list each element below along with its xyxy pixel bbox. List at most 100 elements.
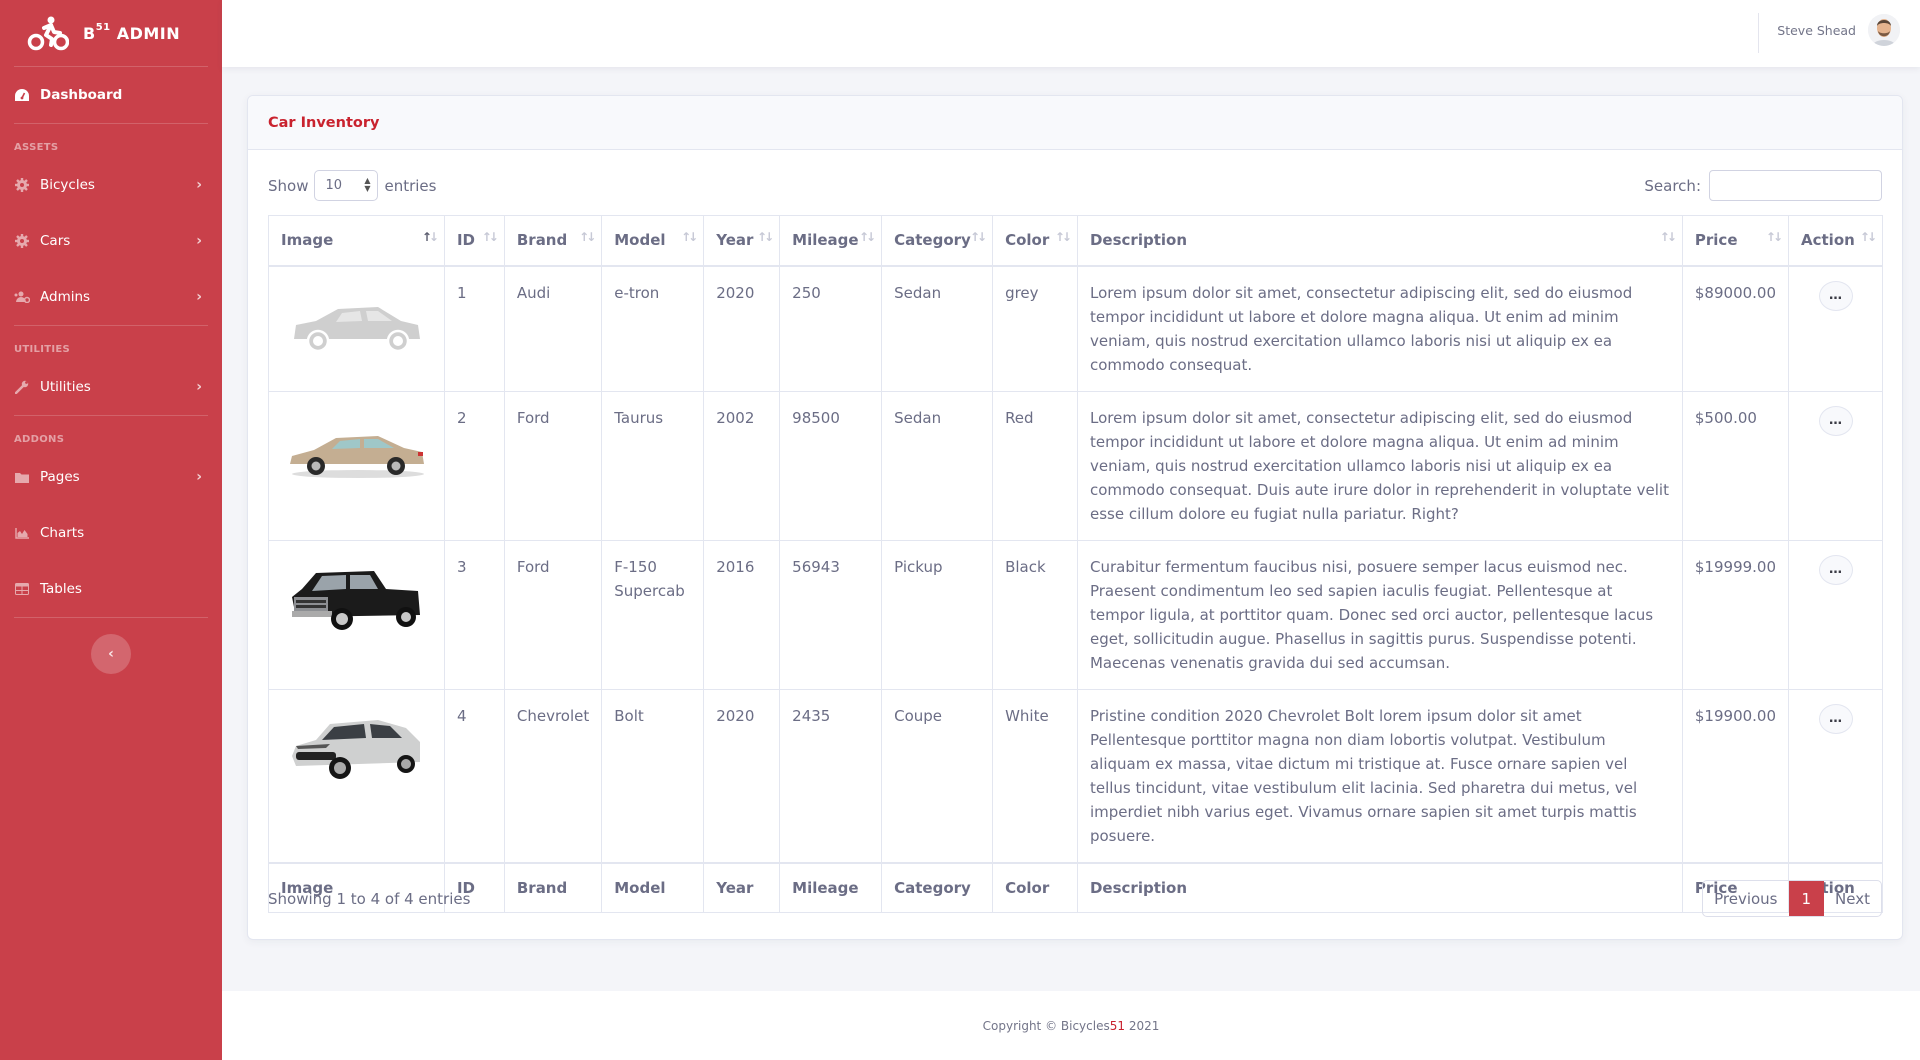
chevron-right-icon: ›	[196, 469, 202, 485]
sort-arrows-icon: ↑↓	[1859, 230, 1877, 244]
action-cell: …	[1788, 265, 1883, 392]
avatar	[1868, 14, 1900, 46]
sidebar-item-dashboard[interactable]: Dashboard	[0, 67, 222, 123]
cell-category: Sedan	[881, 390, 994, 541]
column-header-color[interactable]: Color ↑↓	[992, 215, 1078, 267]
sort-arrows-icon: ↑↓	[1659, 230, 1677, 244]
cell-model: F-150 Supercab	[601, 539, 705, 690]
previous-page-button[interactable]: Previous	[1703, 881, 1788, 916]
ellipsis-icon: …	[1829, 412, 1842, 428]
sidebar-item-utilities[interactable]: Utilities ›	[0, 359, 222, 415]
car-image	[292, 570, 421, 630]
cell-brand: Audi	[503, 265, 603, 392]
column-header-description[interactable]: Description ↑↓	[1076, 215, 1683, 267]
cell-description: Lorem ipsum dolor sit amet, consectetur …	[1076, 265, 1683, 392]
next-page-button[interactable]: Next	[1824, 881, 1881, 916]
show-label: Show	[268, 176, 309, 195]
sidebar-item-label: Dashboard	[40, 87, 123, 103]
search-control: Search:	[1644, 170, 1882, 201]
section-heading-assets: ASSETS	[14, 142, 59, 153]
users-gear-icon	[14, 290, 30, 304]
cell-brand: Ford	[503, 539, 603, 690]
column-header-image[interactable]: Image ↑↓	[268, 215, 445, 267]
sidebar-item-charts[interactable]: Charts	[0, 505, 222, 561]
chevron-right-icon: ›	[196, 379, 202, 395]
sidebar-item-label: Tables	[40, 581, 82, 597]
sort-arrows-icon: ↑↓	[681, 230, 698, 244]
column-header-label: Price	[1694, 231, 1738, 250]
header-row: Image ↑↓ ID ↑↓ Brand ↑↓ Model ↑↓ Year ↑↓ Mileage ↑↓…	[268, 215, 1883, 267]
column-header-label: Mileage	[792, 231, 859, 250]
chevron-right-icon: ›	[196, 177, 202, 193]
sort-arrows-icon: ↑↓	[1765, 230, 1783, 244]
brand-name: B51 ADMIN	[83, 22, 181, 43]
cell-category: Coupe	[881, 688, 994, 863]
cell-color: White	[992, 688, 1078, 863]
cell-id: 2	[443, 390, 505, 541]
sidebar-item-pages[interactable]: Pages ›	[0, 449, 222, 505]
column-header-label: ID	[456, 231, 475, 250]
sidebar-item-tables[interactable]: Tables	[0, 561, 222, 617]
ellipsis-icon: …	[1829, 710, 1842, 726]
page-footer: Copyright © Bicycles51 2021	[222, 991, 1920, 1060]
sidebar-toggle-button[interactable]: ‹	[91, 634, 131, 674]
sort-arrows-icon: ↑↓	[421, 230, 439, 244]
cell-id: 1	[443, 265, 505, 392]
column-header-model[interactable]: Model ↑↓	[601, 215, 705, 267]
cell-id: 4	[443, 688, 505, 863]
cell-category: Sedan	[881, 265, 994, 392]
table-controls: Show 10 ▲ ▼ entries Search:	[248, 150, 1902, 218]
sidebar-item-cars[interactable]: Cars ›	[0, 213, 222, 269]
brand-logo-link[interactable]: B51 ADMIN	[0, 0, 222, 66]
column-header-brand[interactable]: Brand ↑↓	[503, 215, 603, 267]
car-image	[292, 719, 421, 779]
search-label: Search:	[1644, 176, 1701, 195]
sidebar-item-label: Bicycles	[40, 177, 95, 193]
column-header-price[interactable]: Price ↑↓	[1681, 215, 1790, 267]
column-header-action[interactable]: Action ↑↓	[1788, 215, 1883, 267]
section-heading-utilities: UTILITIES	[14, 344, 71, 355]
sort-arrows-icon: ↑↓	[481, 230, 499, 244]
column-header-id[interactable]: ID ↑↓	[443, 215, 505, 267]
column-header-mileage[interactable]: Mileage ↑↓	[779, 215, 883, 267]
table-row: 1 Audi e-tron 2020 250 Sedan grey Lorem ipsum d…	[268, 265, 1883, 392]
page-1-button[interactable]: 1	[1788, 881, 1825, 916]
car-image-cell	[268, 265, 445, 392]
page-length-select[interactable]: 10	[314, 170, 379, 201]
card-header: Car Inventory	[248, 96, 1902, 150]
pagination: Previous 1 Next	[1702, 880, 1882, 917]
column-header-label: Color	[1005, 231, 1050, 250]
sidebar-item-label: Cars	[40, 233, 71, 249]
sidebar-item-label: Pages	[40, 469, 80, 485]
sidebar-toggle-wrap: ‹	[0, 618, 222, 674]
table-row: 3 Ford F-150 Supercab 2016 56943 Pickup Black C…	[268, 539, 1883, 690]
cell-year: 2016	[703, 539, 781, 690]
row-actions-button[interactable]: …	[1818, 554, 1853, 585]
sort-arrows-icon: ↑↓	[969, 230, 987, 244]
user-menu[interactable]: Steve Shead	[1777, 14, 1900, 46]
sidebar-item-label: Charts	[40, 525, 85, 541]
gear-icon	[14, 234, 30, 248]
car-image	[294, 306, 421, 352]
search-input[interactable]	[1709, 170, 1882, 201]
row-actions-button[interactable]: …	[1818, 280, 1853, 311]
copyright-text: Copyright © Bicycles51 2021	[982, 1018, 1160, 1033]
column-header-year[interactable]: Year ↑↓	[703, 215, 781, 267]
cell-color: Black	[992, 539, 1078, 690]
column-header-category[interactable]: Category ↑↓	[881, 215, 994, 267]
sidebar-item-bicycles[interactable]: Bicycles ›	[0, 157, 222, 213]
cell-description: Pristine condition 2020 Chevrolet Bolt l…	[1076, 688, 1683, 863]
cell-mileage: 250	[779, 265, 883, 392]
ellipsis-icon: …	[1829, 561, 1842, 577]
column-footer-model: Model	[601, 861, 705, 913]
chevron-left-icon: ‹	[108, 646, 114, 662]
column-header-label: Description	[1089, 231, 1188, 250]
row-actions-button[interactable]: …	[1818, 405, 1853, 436]
car-image-cell	[268, 539, 445, 690]
action-cell: …	[1788, 539, 1883, 690]
row-actions-button[interactable]: …	[1818, 703, 1853, 734]
cell-brand: Chevrolet	[503, 688, 603, 863]
sidebar-item-admins[interactable]: Admins ›	[0, 269, 222, 325]
sort-arrows-icon: ↑↓	[757, 230, 774, 244]
sidebar-item-label: Utilities	[40, 379, 91, 395]
